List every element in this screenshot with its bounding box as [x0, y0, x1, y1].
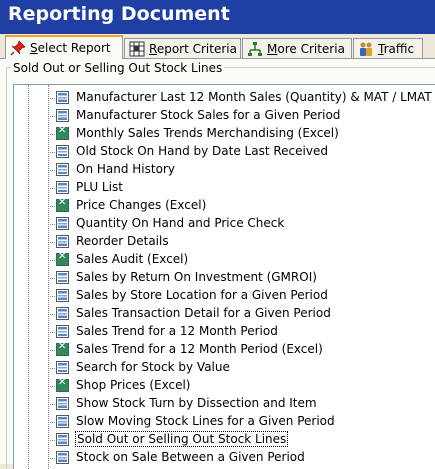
tree-item-label: Search for Stock by Value: [76, 360, 230, 374]
tree-item[interactable]: Search for Stock by Value: [14, 359, 435, 377]
report-icon: [56, 271, 69, 284]
tree-item[interactable]: PLU List: [14, 179, 435, 197]
tree-item-label: PLU List: [76, 180, 123, 194]
tree-item[interactable]: Sales Audit (Excel): [14, 251, 435, 269]
tree-item[interactable]: Quantity On Hand and Price Check: [14, 215, 435, 233]
tree-item-label: Sales Trend for a 12 Month Period (Excel…: [76, 342, 323, 356]
tree-item[interactable]: Sales by Store Location for a Given Peri…: [14, 287, 435, 305]
tree-item[interactable]: Sales by Return On Investment (GMROI): [14, 269, 435, 287]
tree-item[interactable]: Reorder Details: [14, 233, 435, 251]
pushpin-icon: [10, 40, 26, 56]
tree-item-label: Sales by Return On Investment (GMROI): [76, 270, 317, 284]
tab-more-criteria[interactable]: More Criteria: [242, 38, 352, 58]
tree-item-label: Old Stock On Hand by Date Last Received: [76, 144, 328, 158]
tab-report-criteria[interactable]: Report Criteria: [124, 38, 241, 58]
tree-item[interactable]: Sales Trend for a 12 Month Period: [14, 323, 435, 341]
report-icon: [56, 181, 69, 194]
report-icon: [56, 307, 69, 320]
tree-item[interactable]: Show Stock Turn by Dissection and Item: [14, 395, 435, 413]
tree-item[interactable]: Manufacturer Stock Sales for a Given Per…: [14, 107, 435, 125]
tab-label: Select Report: [30, 41, 111, 55]
tree-item-label: Price Changes (Excel): [76, 198, 207, 212]
tree-item[interactable]: Price Changes (Excel): [14, 197, 435, 215]
title-bar: Reporting Document: [0, 0, 435, 34]
tree-item[interactable]: Old Stock On Hand by Date Last Received: [14, 143, 435, 161]
tab-panel: Sold Out or Selling Out Stock Lines Manu…: [0, 58, 435, 469]
report-icon: [56, 163, 69, 176]
tree-item[interactable]: Shop Prices (Excel): [14, 377, 435, 395]
tree-item-label: Sales Audit (Excel): [76, 252, 189, 266]
report-icon: [56, 415, 69, 428]
grid-icon: [129, 41, 145, 57]
report-icon: [56, 217, 69, 230]
tree-item[interactable]: Sales Transaction Detail for a Given Per…: [14, 305, 435, 323]
tree-item[interactable]: Slow Moving Stock Lines for a Given Peri…: [14, 413, 435, 431]
tree-item-label: Manufacturer Stock Sales for a Given Per…: [76, 108, 341, 122]
tab-select-report[interactable]: Select Report: [5, 35, 123, 59]
report-icon: [56, 325, 69, 338]
tree-item-label: Slow Moving Stock Lines for a Given Peri…: [76, 414, 335, 428]
window-title: Reporting Document: [8, 3, 230, 25]
tree-item-selected[interactable]: Sold Out or Selling Out Stock Lines: [14, 431, 435, 449]
tree-item-label: Sold Out or Selling Out Stock Lines: [75, 431, 289, 447]
excel-icon: [56, 197, 69, 212]
excel-icon: [56, 377, 69, 392]
excel-icon: [56, 125, 69, 140]
tree-item-label: Sales Trend for a 12 Month Period: [76, 324, 278, 338]
group-legend: Sold Out or Selling Out Stock Lines: [11, 61, 225, 75]
tree-item-label: Reorder Details: [76, 234, 169, 248]
report-icon: [56, 451, 69, 464]
tree-item-label: On Hand History: [76, 162, 175, 176]
tree-icon: [247, 41, 263, 57]
tree-item-label: Monthly Sales Trends Merchandising (Exce…: [76, 126, 339, 140]
tree-item[interactable]: Stock on Sale Between a Given Period: [14, 449, 435, 467]
report-icon: [56, 289, 69, 302]
tree-item[interactable]: Monthly Sales Trends Merchandising (Exce…: [14, 125, 435, 143]
tree-item-label: Shop Prices (Excel): [76, 378, 191, 392]
report-icon: [56, 397, 69, 410]
tab-label: Traffic: [378, 41, 415, 56]
tree-item[interactable]: Manufacturer Last 12 Month Sales (Quanti…: [14, 89, 435, 107]
report-tree[interactable]: Manufacturer Last 12 Month Sales (Quanti…: [13, 84, 435, 469]
excel-icon: [56, 341, 69, 356]
report-icon: [56, 145, 69, 158]
report-icon: [56, 433, 69, 446]
tab-label: Report Criteria: [149, 41, 237, 56]
report-icon: [56, 109, 69, 122]
tree-item[interactable]: On Hand History: [14, 161, 435, 179]
tree-item-label: Stock on Sale Between a Given Period: [76, 450, 305, 464]
tree-item-label: Quantity On Hand and Price Check: [76, 216, 285, 230]
tab-traffic[interactable]: Traffic: [353, 38, 423, 58]
tree-item[interactable]: Sales Trend for a 12 Month Period (Excel…: [14, 341, 435, 359]
tree-item-label: Show Stock Turn by Dissection and Item: [76, 396, 317, 410]
report-group: Sold Out or Selling Out Stock Lines Manu…: [6, 61, 435, 469]
tree-item-label: Sales by Store Location for a Given Peri…: [76, 288, 328, 302]
report-icon: [56, 235, 69, 248]
report-icon: [56, 91, 69, 104]
tab-strip: Select Report Report Criteria More Crite…: [0, 34, 435, 59]
tab-label: More Criteria: [267, 41, 345, 56]
excel-icon: [56, 251, 69, 266]
tree-item-label: Sales Transaction Detail for a Given Per…: [76, 306, 331, 320]
tree-item-label: Manufacturer Last 12 Month Sales (Quanti…: [76, 90, 435, 104]
people-icon: [358, 41, 374, 57]
report-icon: [56, 361, 69, 374]
